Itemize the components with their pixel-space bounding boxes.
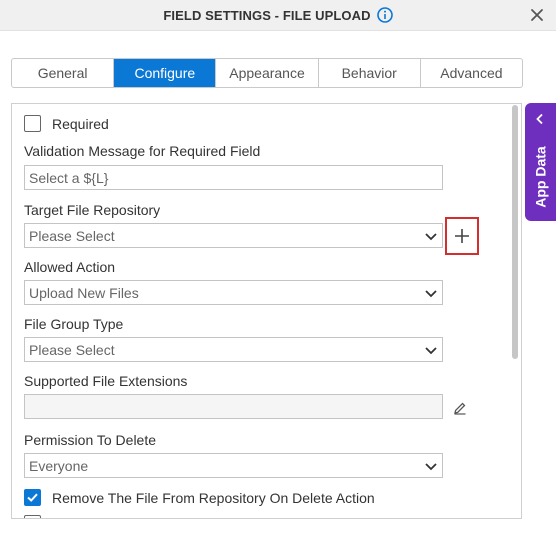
- tab-configure[interactable]: Configure: [114, 59, 217, 87]
- chevron-down-icon: [425, 232, 437, 240]
- file-group-type-select[interactable]: Please Select: [24, 337, 443, 362]
- scrollbar-thumb[interactable]: [512, 105, 518, 359]
- configure-panel: Required Validation Message for Required…: [11, 103, 522, 519]
- app-data-toggle[interactable]: App Data: [525, 103, 556, 221]
- supported-ext-input[interactable]: [24, 394, 443, 419]
- dialog-title: FIELD SETTINGS - FILE UPLOAD: [163, 7, 371, 23]
- permission-delete-select[interactable]: Everyone: [24, 453, 443, 478]
- dialog-header: FIELD SETTINGS - FILE UPLOAD: [0, 0, 556, 31]
- required-checkbox[interactable]: [24, 115, 41, 132]
- allowed-action-label: Allowed Action: [24, 259, 116, 275]
- allowed-action-select[interactable]: Upload New Files: [24, 280, 443, 305]
- tab-general[interactable]: General: [12, 59, 115, 87]
- plus-icon: [455, 229, 469, 243]
- required-label: Required: [52, 115, 109, 132]
- validation-message-input[interactable]: Select a ${L}: [24, 165, 443, 190]
- check-icon: [27, 493, 38, 502]
- tab-appearance[interactable]: Appearance: [216, 59, 319, 87]
- tab-behavior[interactable]: Behavior: [319, 59, 421, 87]
- tab-advanced[interactable]: Advanced: [421, 59, 522, 87]
- remove-file-checkbox[interactable]: [24, 489, 41, 506]
- close-icon[interactable]: [528, 6, 546, 24]
- pencil-icon[interactable]: [453, 401, 467, 415]
- app-data-label: App Data: [532, 146, 549, 208]
- target-repo-label: Target File Repository: [24, 202, 161, 218]
- next-option-checkbox[interactable]: [24, 515, 41, 518]
- supported-ext-label: Supported File Extensions: [24, 373, 188, 389]
- validation-message-label: Validation Message for Required Field: [24, 143, 261, 159]
- chevron-down-icon: [425, 462, 437, 470]
- add-repository-button[interactable]: [445, 217, 479, 255]
- file-group-type-label: File Group Type: [24, 316, 124, 332]
- remove-file-label: Remove The File From Repository On Delet…: [52, 489, 375, 506]
- panel-scrollbar[interactable]: [510, 103, 520, 519]
- chevron-down-icon: [425, 346, 437, 354]
- tab-bar: General Configure Appearance Behavior Ad…: [11, 58, 523, 88]
- chevron-left-icon: [536, 113, 543, 125]
- target-repo-select[interactable]: Please Select: [24, 223, 443, 248]
- chevron-down-icon: [425, 289, 437, 297]
- permission-delete-label: Permission To Delete: [24, 432, 157, 448]
- info-icon[interactable]: [376, 7, 393, 23]
